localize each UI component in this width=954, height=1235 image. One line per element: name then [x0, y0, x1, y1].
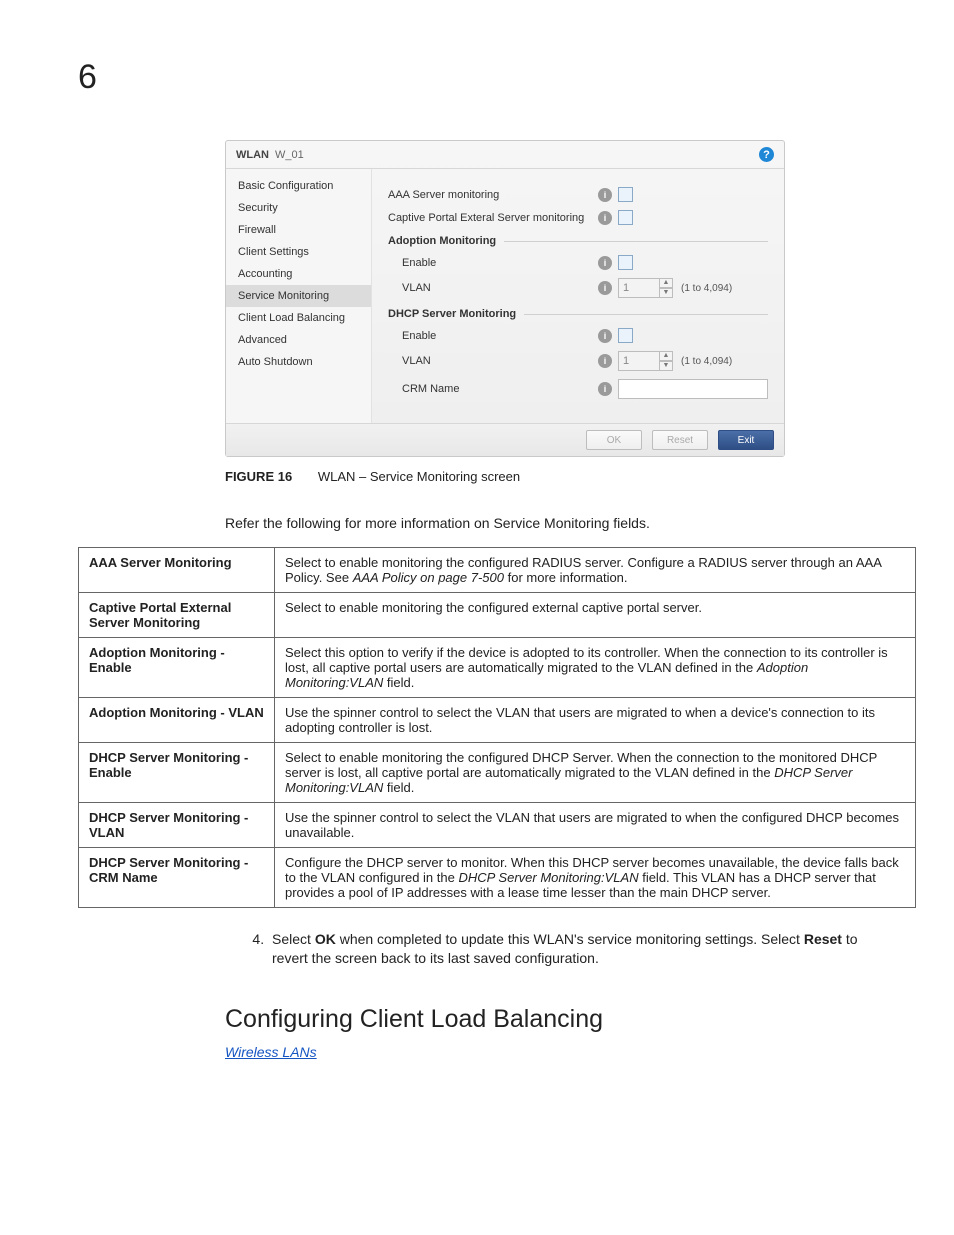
sidenav-item-accounting[interactable]: Accounting	[226, 263, 371, 285]
step-reset: Reset	[804, 931, 842, 947]
figure-label: FIGURE 16	[225, 469, 292, 484]
form-area: AAA Server monitoring i Captive Portal E…	[372, 169, 784, 423]
sidenav-item-auto-shutdown[interactable]: Auto Shutdown	[226, 351, 371, 373]
table-row: Adoption Monitoring - VLANUse the spinne…	[79, 697, 916, 742]
adoption-section-title: Adoption Monitoring	[388, 235, 768, 247]
sidenav-item-client-load-balancing[interactable]: Client Load Balancing	[226, 307, 371, 329]
captive-label: Captive Portal Exteral Server monitoring	[388, 212, 598, 224]
table-row: DHCP Server Monitoring - EnableSelect to…	[79, 742, 916, 802]
dhcp-section-title: DHCP Server Monitoring	[388, 308, 768, 320]
field-name: DHCP Server Monitoring - CRM Name	[79, 847, 275, 907]
table-row: Adoption Monitoring - EnableSelect this …	[79, 637, 916, 697]
dhcp-section-label: DHCP Server Monitoring	[388, 308, 516, 320]
spinner-down-icon[interactable]: ▼	[659, 361, 673, 371]
step-ok: OK	[315, 931, 336, 947]
field-description: Select this option to verify if the devi…	[275, 637, 916, 697]
dhcp-enable-checkbox[interactable]	[618, 328, 633, 343]
exit-button[interactable]: Exit	[718, 430, 774, 450]
field-name: DHCP Server Monitoring - Enable	[79, 742, 275, 802]
spinner-down-icon[interactable]: ▼	[659, 288, 673, 298]
info-icon[interactable]: i	[598, 354, 612, 368]
field-description: Select to enable monitoring the configur…	[275, 742, 916, 802]
field-name: Captive Portal External Server Monitorin…	[79, 592, 275, 637]
wireless-lans-link[interactable]: Wireless LANs	[225, 1044, 317, 1060]
sidenav-item-security[interactable]: Security	[226, 197, 371, 219]
panel-title-bar: WLAN W_01 ?	[226, 141, 784, 169]
figure-caption-text: WLAN – Service Monitoring screen	[318, 469, 520, 484]
adoption-section-label: Adoption Monitoring	[388, 235, 496, 247]
sidenav-item-service-monitoring[interactable]: Service Monitoring	[226, 285, 371, 307]
field-name: AAA Server Monitoring	[79, 547, 275, 592]
adoption-enable-label: Enable	[388, 257, 598, 269]
sidenav-item-basic[interactable]: Basic Configuration	[226, 175, 371, 197]
screenshot-panel: WLAN W_01 ? Basic Configuration Security…	[225, 140, 785, 457]
reset-button[interactable]: Reset	[652, 430, 708, 450]
sidenav-item-advanced[interactable]: Advanced	[226, 329, 371, 351]
aaa-label: AAA Server monitoring	[388, 189, 598, 201]
dhcp-enable-label: Enable	[388, 330, 598, 342]
info-icon[interactable]: i	[598, 211, 612, 225]
crm-name-input[interactable]	[618, 379, 768, 399]
spinner-up-icon[interactable]: ▲	[659, 278, 673, 288]
adoption-vlan-hint: (1 to 4,094)	[681, 283, 732, 294]
field-description: Select to enable monitoring the configur…	[275, 592, 916, 637]
adoption-vlan-spinner[interactable]: ▲▼	[618, 278, 673, 298]
aaa-checkbox[interactable]	[618, 187, 633, 202]
sidenav-item-client-settings[interactable]: Client Settings	[226, 241, 371, 263]
help-icon[interactable]: ?	[759, 147, 774, 162]
section-heading: Configuring Client Load Balancing	[225, 1005, 884, 1034]
side-nav: Basic Configuration Security Firewall Cl…	[226, 169, 372, 423]
step-4: Select OK when completed to update this …	[268, 930, 884, 969]
adoption-enable-checkbox[interactable]	[618, 255, 633, 270]
field-description: Use the spinner control to select the VL…	[275, 697, 916, 742]
step-text: Select	[272, 931, 315, 947]
field-description: Use the spinner control to select the VL…	[275, 802, 916, 847]
reference-table: AAA Server MonitoringSelect to enable mo…	[78, 547, 916, 908]
step-list: Select OK when completed to update this …	[250, 930, 884, 969]
table-row: AAA Server MonitoringSelect to enable mo…	[79, 547, 916, 592]
page-number: 6	[78, 58, 97, 97]
sidenav-item-firewall[interactable]: Firewall	[226, 219, 371, 241]
panel-footer: OK Reset Exit	[226, 423, 784, 456]
table-row: Captive Portal External Server Monitorin…	[79, 592, 916, 637]
dhcp-vlan-label: VLAN	[388, 355, 598, 367]
panel-title-prefix: WLAN	[236, 149, 269, 161]
panel-title-name: W_01	[275, 149, 304, 161]
field-name: DHCP Server Monitoring - VLAN	[79, 802, 275, 847]
crm-label: CRM Name	[388, 383, 598, 395]
adoption-vlan-label: VLAN	[388, 282, 598, 294]
captive-checkbox[interactable]	[618, 210, 633, 225]
info-icon[interactable]: i	[598, 188, 612, 202]
spinner-up-icon[interactable]: ▲	[659, 351, 673, 361]
field-name: Adoption Monitoring - VLAN	[79, 697, 275, 742]
field-name: Adoption Monitoring - Enable	[79, 637, 275, 697]
figure-caption: FIGURE 16 WLAN – Service Monitoring scre…	[225, 469, 884, 484]
table-row: DHCP Server Monitoring - CRM NameConfigu…	[79, 847, 916, 907]
dhcp-vlan-spinner[interactable]: ▲▼	[618, 351, 673, 371]
field-description: Select to enable monitoring the configur…	[275, 547, 916, 592]
dhcp-vlan-hint: (1 to 4,094)	[681, 356, 732, 367]
info-icon[interactable]: i	[598, 281, 612, 295]
table-row: DHCP Server Monitoring - VLANUse the spi…	[79, 802, 916, 847]
field-description: Configure the DHCP server to monitor. Wh…	[275, 847, 916, 907]
info-icon[interactable]: i	[598, 329, 612, 343]
step-text: when completed to update this WLAN's ser…	[336, 931, 804, 947]
info-icon[interactable]: i	[598, 256, 612, 270]
adoption-vlan-input[interactable]	[618, 278, 660, 298]
ok-button[interactable]: OK	[586, 430, 642, 450]
info-icon[interactable]: i	[598, 382, 612, 396]
dhcp-vlan-input[interactable]	[618, 351, 660, 371]
intro-paragraph: Refer the following for more information…	[225, 514, 884, 533]
